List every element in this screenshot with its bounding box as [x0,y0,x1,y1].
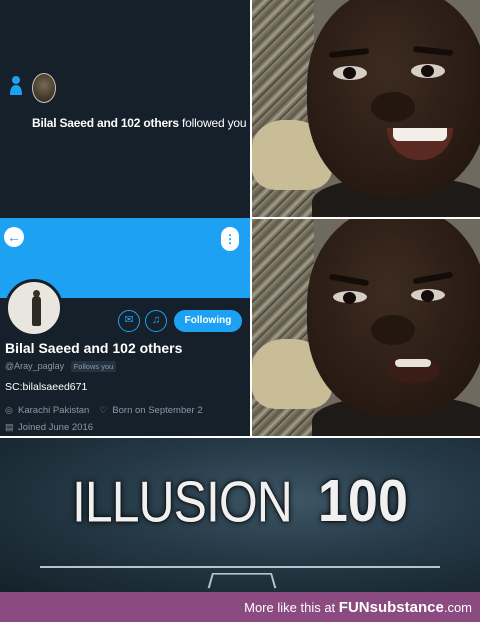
right-eye [411,64,445,78]
message-button[interactable]: ✉ [118,310,140,332]
face [307,0,480,198]
profile-panel: ← ⋮ ✉ ♫ Following Bilal Saeed and 102 ot… [0,218,250,436]
back-button[interactable]: ← [4,227,24,247]
profile-display-name: Bilal Saeed and 102 others [5,340,183,356]
skill-frame-ornament [40,566,440,592]
left-brow [328,47,370,59]
notification-action: followed you [182,116,247,130]
profile-joined: Joined June 2016 [18,422,94,433]
notify-button[interactable]: ♫ [145,310,167,332]
watermark-suffix: .com [443,600,472,615]
right-brow [412,45,454,57]
notification-text[interactable]: Bilal Saeed and 102 others followed you [32,116,247,130]
nose [371,92,415,122]
skill-text: ILLUSION 100 [0,468,480,534]
person-icon [10,76,22,95]
mail-icon: ✉ [124,314,134,326]
reaction-image-disappointed [252,219,480,436]
profile-meta-row: ◎ Karachi Pakistan ♡ Born on September 2 [5,405,203,416]
more-options-button[interactable]: ⋮ [221,227,239,251]
notification-actor: Bilal Saeed and 102 others [32,116,179,130]
skill-banner: ILLUSION 100 [0,438,480,592]
profile-handle: @Aray_paglay [5,361,65,371]
skill-level: 100 [317,468,408,534]
handle-row: @Aray_paglay Follows you [5,361,117,372]
birthday-icon: ♡ [99,405,108,415]
watermark-brand: FUNsubstance [338,599,444,616]
nose [371,315,415,345]
left-eye [333,66,367,80]
right-eye [411,289,445,302]
face [307,219,480,417]
profile-bio: SC:bilalsaeed671 [5,381,88,393]
left-eye [333,291,367,304]
profile-location: Karachi Pakistan [18,405,90,416]
profile-avatar[interactable] [5,279,63,337]
watermark-bar: More like this at FUNsubstance.com [0,592,480,622]
bell-icon: ♫ [151,314,161,326]
calendar-icon: ▤ [5,422,14,432]
following-button[interactable]: Following [174,310,242,332]
watermark-prefix: More like this at [244,600,336,615]
profile-joined-row: ▤ Joined June 2016 [5,422,93,433]
watermark-text[interactable]: More like this at FUNsubstance.com [244,599,472,616]
profile-birthday: Born on September 2 [112,405,203,416]
avatar[interactable] [32,73,56,103]
follows-you-badge: Follows you [70,361,117,372]
notification-panel: Bilal Saeed and 102 others followed you [0,0,250,218]
location-icon: ◎ [5,405,13,415]
skill-name: ILLUSION [72,469,293,535]
disappointed-mouth [387,357,439,383]
avatar-figure-body [32,296,41,326]
smiling-mouth [387,128,453,160]
reaction-image-smiling [252,0,480,217]
left-brow [328,273,370,287]
right-brow [412,271,454,285]
